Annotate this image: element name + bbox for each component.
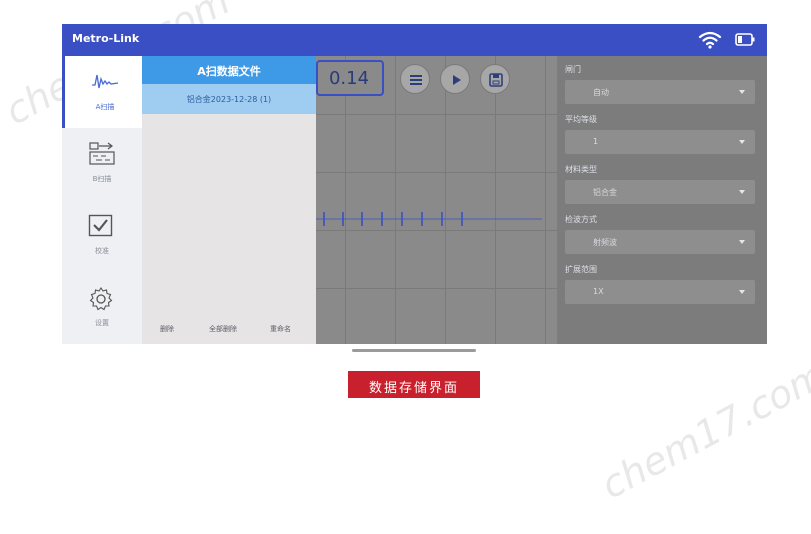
app-window: Metro-Link A扫描 B扫描 校准 设置 0.14 闸门 自动 平均等级… (62, 24, 767, 344)
file-name: 铝合金2023-12-28 (1) (186, 95, 272, 104)
waveform-icon (92, 74, 119, 89)
play-icon (453, 75, 461, 85)
average-level-label: 平均等级 (565, 115, 597, 124)
gate-label: 闸门 (565, 65, 581, 74)
checkbox-icon (88, 214, 113, 237)
material-type-value: 铝合金 (593, 188, 617, 197)
gate-value: 自动 (593, 88, 609, 97)
delete-all-button[interactable]: 全部删除 (209, 324, 237, 334)
nav-label-a-scan: A扫描 (95, 103, 115, 111)
save-button[interactable] (480, 64, 510, 94)
drawer-footer: 删除 全部删除 重命名 (142, 316, 316, 344)
data-file-drawer: A扫数据文件 铝合金2023-12-28 (1) 删除 全部删除 重命名 (142, 56, 316, 344)
save-icon (489, 73, 503, 87)
play-button[interactable] (440, 64, 470, 94)
gear-icon (89, 287, 113, 311)
title-bar: Metro-Link (62, 24, 767, 56)
material-type-label: 材料类型 (565, 165, 597, 174)
caption-text: 数据存储界面 (368, 381, 459, 396)
scan-diagram-icon (89, 142, 115, 165)
rename-button[interactable]: 重命名 (270, 324, 291, 334)
gate-select[interactable]: 自动 (565, 80, 755, 104)
chevron-down-icon (739, 140, 745, 144)
app-title: Metro-Link (72, 32, 140, 45)
drawer-title: A扫数据文件 (197, 65, 261, 78)
nav-label-settings: 设置 (95, 319, 109, 327)
detection-mode-select[interactable]: 射频波 (565, 230, 755, 254)
caption-banner: 数据存储界面 (348, 371, 480, 398)
chevron-down-icon (739, 190, 745, 194)
wifi-icon (698, 31, 722, 49)
range-select[interactable]: 1X (565, 280, 755, 304)
menu-button[interactable] (400, 64, 430, 94)
range-value: 1X (593, 287, 604, 296)
nav-item-calibrate[interactable]: 校准 (62, 200, 142, 272)
thickness-value: 0.14 (328, 68, 370, 89)
range-label: 扩展范围 (565, 265, 597, 274)
side-nav: A扫描 B扫描 校准 设置 (62, 56, 142, 344)
chevron-down-icon (739, 290, 745, 294)
chevron-down-icon (739, 90, 745, 94)
menu-icon (410, 75, 422, 85)
home-indicator[interactable] (352, 349, 476, 352)
detection-mode-label: 检波方式 (565, 215, 597, 224)
watermark-bottom: chem17.com (594, 352, 811, 508)
nav-label-calibrate: 校准 (95, 247, 109, 255)
thickness-readout: 0.14 (316, 60, 384, 96)
nav-item-b-scan[interactable]: B扫描 (62, 128, 142, 200)
drawer-header: A扫数据文件 (142, 56, 316, 84)
nav-item-a-scan[interactable]: A扫描 (62, 56, 142, 128)
file-list-item[interactable]: 铝合金2023-12-28 (1) (142, 84, 316, 114)
nav-item-settings[interactable]: 设置 (62, 272, 142, 344)
material-type-select[interactable]: 铝合金 (565, 180, 755, 204)
average-level-select[interactable]: 1 (565, 130, 755, 154)
settings-panel: 闸门 自动 平均等级 1 材料类型 铝合金 检波方式 射频波 扩展范围 1X (557, 56, 767, 344)
detection-mode-value: 射频波 (593, 238, 617, 247)
chevron-down-icon (739, 240, 745, 244)
nav-label-b-scan: B扫描 (92, 175, 112, 183)
battery-icon (735, 33, 755, 46)
average-level-value: 1 (593, 137, 599, 146)
delete-button[interactable]: 删除 (160, 324, 174, 334)
